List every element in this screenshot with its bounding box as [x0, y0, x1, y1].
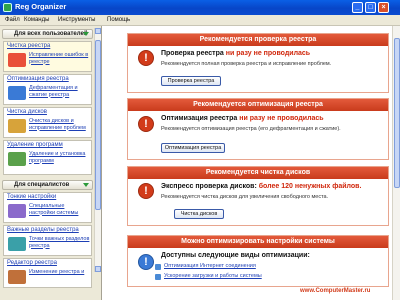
card-status-line: Проверка реестра ни разу не проводилась [161, 50, 311, 57]
scroll-up-arrow[interactable] [95, 28, 101, 34]
option-icon [155, 274, 161, 280]
card-header: Рекомендуется проверка реестра [128, 34, 388, 46]
card-header-text: Рекомендуется чистка дисков [205, 169, 311, 176]
card-status-line: Доступны следующие виды оптимизации: [161, 252, 310, 259]
optimize-registry-button[interactable]: Оптимизация реестра [161, 143, 225, 153]
sidebar-item-important-keys[interactable]: Важные разделы реестра Точки важных разд… [3, 225, 92, 256]
close-button[interactable]: × [378, 2, 389, 13]
registry-editor-icon [8, 270, 26, 284]
info-icon [138, 254, 154, 270]
card-registry-optimize: Рекомендуется оптимизация реестра Оптими… [127, 98, 389, 160]
scroll-down-arrow[interactable] [95, 266, 101, 272]
minimize-button[interactable]: _ [352, 2, 363, 13]
important-keys-icon [8, 237, 26, 251]
check-registry-button[interactable]: Проверка реестра [161, 76, 221, 86]
sidebar-item-title: Чистка дисков [7, 109, 47, 115]
card-header-text: Рекомендуется проверка реестра [199, 36, 317, 43]
registry-optimize-icon [8, 86, 26, 100]
card-header: Можно оптимизировать настройки системы [128, 236, 388, 248]
card-header: Рекомендуется чистка дисков [128, 167, 388, 179]
sidebar-item-title: Оптимизация реестра [7, 76, 69, 82]
warning-icon [138, 116, 154, 132]
collapse-arrow-icon [83, 32, 89, 36]
sidebar-item-registry-optimize[interactable]: Оптимизация реестра Дефрагментация и сжа… [3, 74, 92, 105]
group-header-specialists[interactable]: Для специалистов [2, 180, 93, 190]
card-status-line: Оптимизация реестра ни разу не проводила… [161, 115, 324, 122]
menu-bar: Файл Команды Инструменты Помощь [0, 15, 400, 26]
disk-cleanup-button[interactable]: Чистка дисков [174, 209, 224, 219]
card-registry-check: Рекомендуется проверка реестра Проверка … [127, 33, 389, 93]
window-title: Reg Organizer [15, 2, 67, 11]
card-header: Рекомендуется оптимизация реестра [128, 99, 388, 111]
sidebar-item-title: Редактор реестра [7, 260, 57, 266]
sidebar-item-desc[interactable]: Очистка дисков и исправление проблем [29, 118, 91, 131]
registry-clean-icon [8, 53, 26, 67]
sidebar-item-desc[interactable]: Исправление ошибок в реестре [29, 52, 91, 65]
group-header-label: Для всех пользователей [14, 31, 88, 37]
sidebar-item-uninstall[interactable]: Удаление программ Удаление и установка п… [3, 140, 92, 175]
menu-file[interactable]: Файл [5, 17, 20, 23]
group-header-label: Для специалистов [14, 182, 70, 188]
scroll-thumb[interactable] [95, 40, 101, 210]
card-header-text: Рекомендуется оптимизация реестра [193, 101, 323, 108]
main-scroll-thumb[interactable] [394, 38, 400, 188]
title-bar: Reg Organizer _ □ × [0, 0, 400, 15]
sidebar-item-desc[interactable]: Специальные настройки системы [29, 203, 91, 216]
card-status-highlight: ни разу не проводилась [239, 115, 324, 122]
sidebar-item-title: Важные разделы реестра [7, 227, 79, 233]
card-disk-cleanup: Рекомендуется чистка дисков Экспресс про… [127, 166, 389, 226]
menu-help[interactable]: Помощь [107, 17, 130, 23]
option-icon [155, 264, 161, 270]
app-icon [3, 3, 12, 12]
card-description: Рекомендуется чистка дисков для увеличен… [161, 194, 329, 200]
option-boot-speed[interactable]: Ускорение загрузки и работы системы [164, 273, 262, 279]
sidebar-item-title: Удаление программ [7, 142, 63, 148]
menu-commands[interactable]: Команды [24, 17, 49, 23]
card-status-highlight: ни разу не проводилась [225, 50, 311, 57]
sidebar-item-desc[interactable]: Дефрагментация и сжатие реестра [29, 85, 91, 98]
sidebar-item-registry-editor[interactable]: Редактор реестра Изменение реестра и [3, 258, 92, 288]
maximize-button[interactable]: □ [365, 2, 376, 13]
watermark: www.ComputerMaster.ru [300, 288, 371, 294]
sidebar-item-title: Чистка реестра [7, 43, 51, 49]
sidebar-item-desc[interactable]: Точки важных разделов реестра [29, 236, 91, 249]
tweaks-icon [8, 204, 26, 218]
card-status-line: Экспресс проверка дисков: более 120 нену… [161, 183, 362, 190]
card-description: Рекомендуется полная проверка реестра и … [161, 61, 332, 67]
disk-clean-icon [8, 119, 26, 133]
group-header-all-users[interactable]: Для всех пользователей [2, 29, 93, 39]
warning-icon [138, 50, 154, 66]
collapse-arrow-icon [83, 183, 89, 187]
card-description: Рекомендуется оптимизация реестра (его д… [161, 126, 341, 132]
menu-tools[interactable]: Инструменты [58, 17, 95, 23]
sidebar-item-disk-cleanup[interactable]: Чистка дисков Очистка дисков и исправлен… [3, 107, 92, 138]
warning-icon [138, 183, 154, 199]
uninstall-icon [8, 152, 26, 166]
sidebar-item-title: Тонкие настройки [7, 194, 57, 200]
sidebar-item-desc[interactable]: Изменение реестра и [29, 269, 91, 276]
main-scrollbar[interactable] [392, 26, 400, 300]
sidebar-item-desc[interactable]: Удаление и установка программ [29, 151, 91, 164]
sidebar-item-tweaks[interactable]: Тонкие настройки Специальные настройки с… [3, 192, 92, 223]
card-header-text: Можно оптимизировать настройки системы [181, 238, 335, 245]
sidebar-scrollbar[interactable] [94, 28, 101, 272]
card-status-highlight: более 120 ненужных файлов. [258, 183, 362, 190]
card-system-settings: Можно оптимизировать настройки системы Д… [127, 235, 389, 287]
sidebar-item-registry-cleanup[interactable]: Чистка реестра Исправление ошибок в реес… [3, 41, 92, 72]
option-internet[interactable]: Оптимизация Интернет соединения [164, 263, 256, 269]
